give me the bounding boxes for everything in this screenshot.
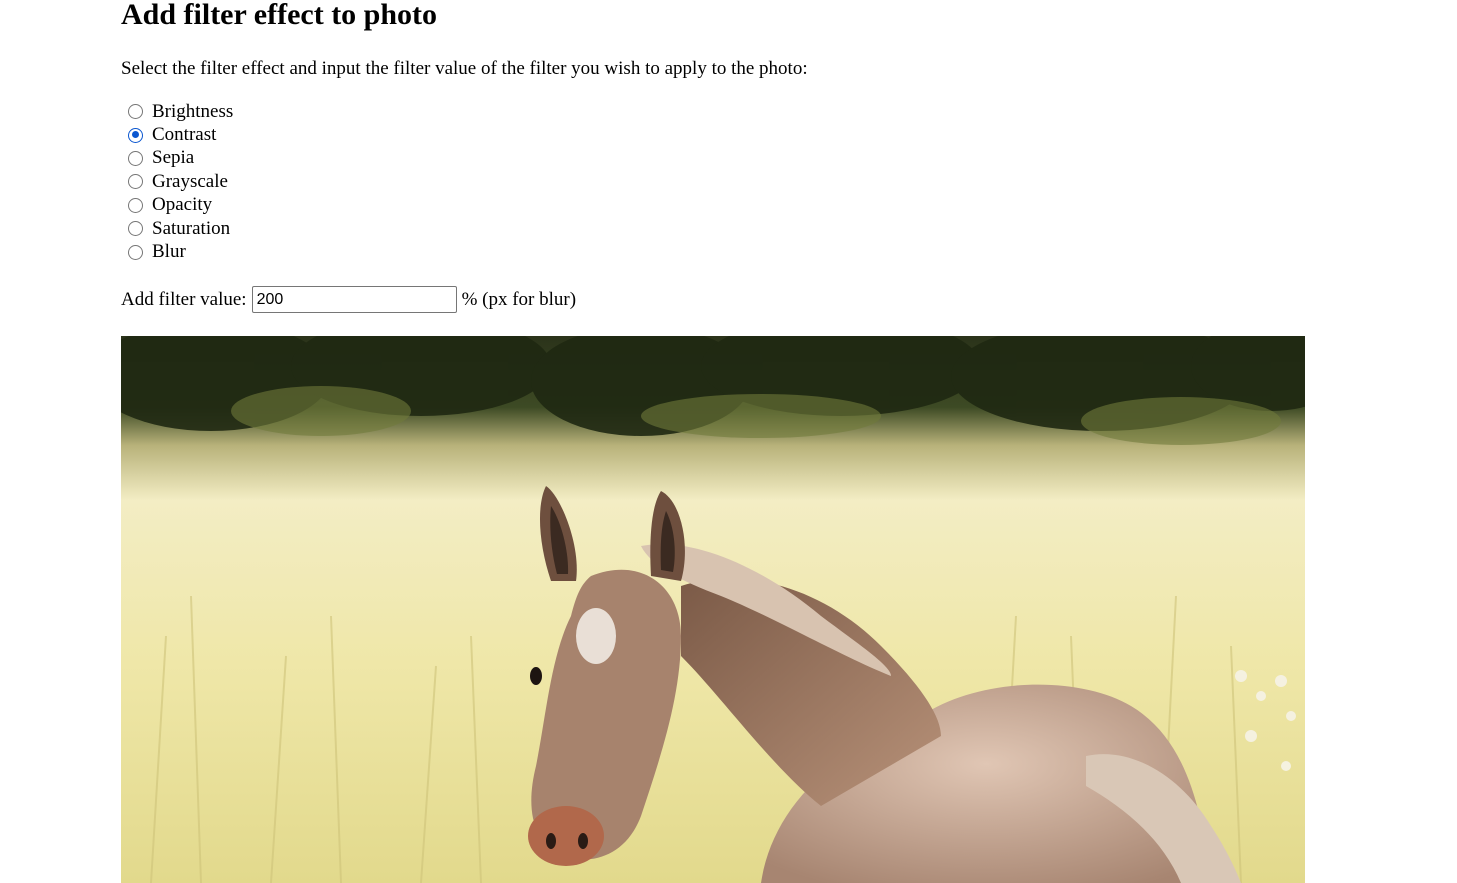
intro-text: Select the filter effect and input the f… — [121, 58, 808, 79]
option-grayscale[interactable]: Grayscale — [121, 170, 521, 193]
option-label-saturation: Saturation — [152, 217, 231, 239]
filter-value-input[interactable] — [251, 286, 457, 313]
option-label-brightness: Brightness — [152, 100, 234, 122]
option-label-blur: Blur — [152, 241, 186, 263]
filter-options: Brightness Contrast Sepia Grayscale Opac… — [121, 100, 521, 264]
radio-grayscale[interactable] — [128, 174, 143, 190]
radio-saturation[interactable] — [128, 221, 143, 237]
filter-value-label: Add filter value: — [121, 288, 247, 310]
radio-contrast[interactable] — [128, 127, 143, 143]
option-saturation[interactable]: Saturation — [121, 217, 521, 240]
option-label-sepia: Sepia — [152, 147, 195, 169]
option-label-grayscale: Grayscale — [152, 170, 228, 192]
option-sepia[interactable]: Sepia — [121, 147, 521, 170]
option-contrast[interactable]: Contrast — [121, 123, 521, 146]
radio-brightness[interactable] — [128, 104, 143, 120]
option-opacity[interactable]: Opacity — [121, 194, 521, 217]
filter-value-row: Add filter value: % (px for blur) — [121, 286, 576, 313]
foal-photo-image — [121, 336, 1305, 883]
radio-blur[interactable] — [128, 244, 143, 260]
option-blur[interactable]: Blur — [121, 240, 521, 263]
radio-sepia[interactable] — [128, 150, 143, 166]
option-label-opacity: Opacity — [152, 194, 213, 216]
filtered-photo — [121, 336, 1305, 883]
filter-unit-label: % (px for blur) — [461, 288, 577, 310]
option-brightness[interactable]: Brightness — [121, 100, 521, 123]
page-title: Add filter effect to photo — [121, 0, 438, 31]
option-label-contrast: Contrast — [152, 124, 217, 146]
radio-opacity[interactable] — [128, 197, 143, 213]
